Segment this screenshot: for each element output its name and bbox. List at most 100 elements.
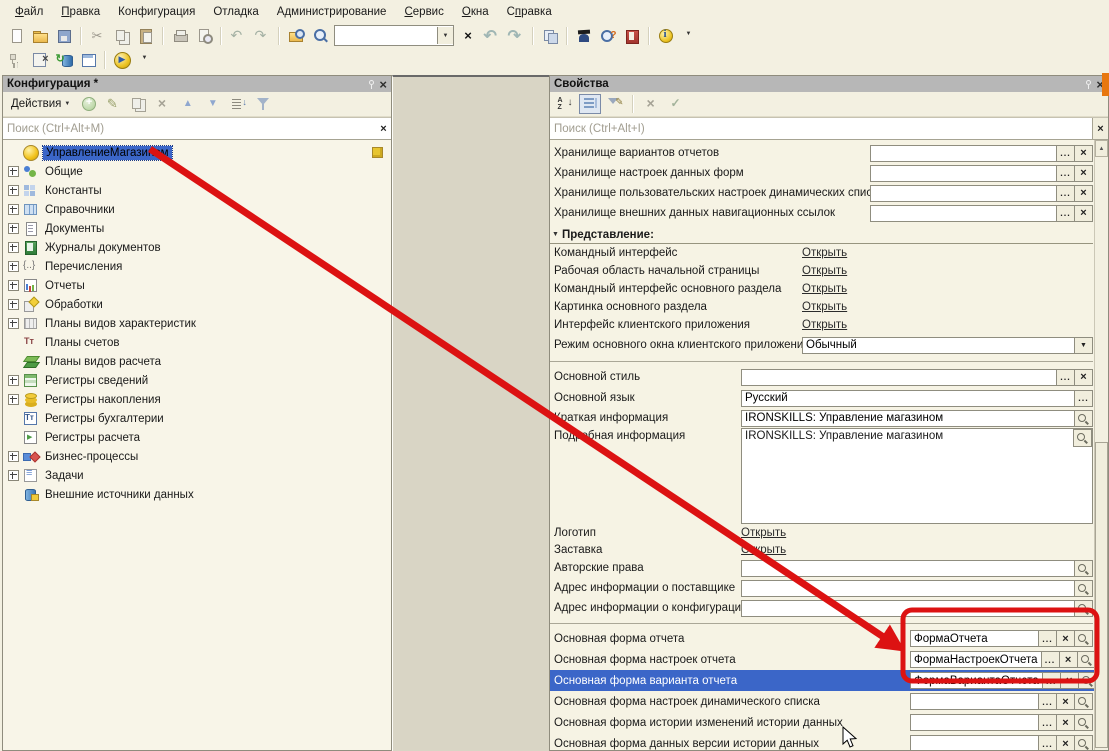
help-index-button[interactable] xyxy=(597,26,619,46)
menu-windows[interactable]: Окна xyxy=(453,3,498,21)
main-report-form-clear-value-button[interactable]: × xyxy=(1056,630,1075,647)
tree-item-data-processors[interactable]: Обработки xyxy=(3,295,391,314)
display-tree-button[interactable] xyxy=(579,94,601,114)
docked-panel-tab[interactable] xyxy=(1102,73,1109,96)
brief-information-magnifier-button[interactable] xyxy=(1074,410,1093,427)
main-report-settings-form-magnifier-button[interactable] xyxy=(1077,651,1094,668)
tree-item-enumerations[interactable]: Перечисления xyxy=(3,257,391,276)
expand-plus-icon[interactable] xyxy=(8,261,19,272)
main-data-history-change-history-form-magnifier-button[interactable] xyxy=(1074,714,1093,731)
main-report-form-magnifier-button[interactable] xyxy=(1074,630,1093,647)
duplicate-button[interactable] xyxy=(127,94,149,114)
tree-item-reports[interactable]: Отчеты xyxy=(3,276,391,295)
expand-plus-icon[interactable] xyxy=(8,299,19,310)
main-report-form-ellipsis-button[interactable]: ... xyxy=(1038,630,1057,647)
copyright-input[interactable] xyxy=(741,560,1075,577)
tree-item-calculation-registers[interactable]: Регистры расчета xyxy=(3,428,391,447)
menu-edit[interactable]: Правка xyxy=(52,3,109,21)
logo-open-link[interactable]: Открыть xyxy=(741,527,786,539)
expand-plus-icon[interactable] xyxy=(8,394,19,405)
redo-button[interactable] xyxy=(251,26,273,46)
expand-plus-icon[interactable] xyxy=(8,318,19,329)
properties-search-input[interactable]: Поиск (Ctrl+Alt+I) xyxy=(550,118,1092,139)
navigation-links-external-data-storage-input[interactable] xyxy=(870,205,1057,222)
print-preview-button[interactable] xyxy=(193,26,215,46)
dynamic-list-user-settings-storage-input[interactable] xyxy=(870,185,1057,202)
syntax-check-button[interactable] xyxy=(573,26,595,46)
form-data-settings-storage-input[interactable] xyxy=(870,165,1057,182)
main-report-settings-form-input[interactable]: ФормаНастроекОтчета xyxy=(910,651,1042,668)
detailed-information-magnifier-button[interactable] xyxy=(1073,429,1092,447)
close-icon[interactable]: × xyxy=(379,79,387,90)
main-data-history-version-data-form-magnifier-button[interactable] xyxy=(1074,735,1093,750)
form-data-settings-storage-clear-value-button[interactable]: × xyxy=(1074,165,1093,182)
edit-button[interactable] xyxy=(102,94,124,114)
new-document-button[interactable] xyxy=(5,26,27,46)
expand-plus-icon[interactable] xyxy=(8,451,19,462)
actions-menu-button[interactable]: Действия ▼ xyxy=(7,96,74,112)
brief-information-input[interactable]: IRONSKILLS: Управление магазином xyxy=(741,410,1075,427)
main-report-variant-form-input[interactable]: ФормаВариантаОтчета xyxy=(910,672,1043,689)
tree-item-external-data-sources[interactable]: Внешние источники данных xyxy=(3,485,391,504)
toolbar-search-combo[interactable]: ▼ xyxy=(334,25,454,46)
tree-item-common[interactable]: Общие xyxy=(3,162,391,181)
tree-item-documents[interactable]: Документы xyxy=(3,219,391,238)
pin-icon[interactable] xyxy=(367,79,375,90)
tree-search-clear-icon[interactable]: × xyxy=(376,118,391,139)
dropdown-caret-button[interactable] xyxy=(679,26,701,46)
report-options-storage-input[interactable] xyxy=(870,145,1057,162)
splash-open-link[interactable]: Открыть xyxy=(741,544,786,556)
print-button[interactable] xyxy=(169,26,191,46)
delete-button[interactable] xyxy=(152,94,174,114)
tree-item-charts-of-characteristic-types[interactable]: Планы видов характеристик xyxy=(3,314,391,333)
main-section-command-interface-open-link[interactable]: Открыть xyxy=(802,283,847,295)
expand-plus-icon[interactable] xyxy=(8,223,19,234)
properties-filter-button[interactable] xyxy=(604,94,626,114)
main-section-picture-open-link[interactable]: Открыть xyxy=(802,301,847,313)
global-search-button[interactable] xyxy=(309,26,331,46)
main-style-clear-value-button[interactable]: × xyxy=(1074,369,1093,386)
main-language-ellipsis-button[interactable]: ... xyxy=(1074,390,1093,407)
tree-item-document-journals[interactable]: Журналы документов xyxy=(3,238,391,257)
menu-tools[interactable]: Сервис xyxy=(395,3,452,21)
configuration-information-address-input[interactable] xyxy=(741,600,1075,617)
open-folder-button[interactable] xyxy=(29,26,51,46)
expand-plus-icon[interactable] xyxy=(8,242,19,253)
main-data-history-change-history-form-clear-value-button[interactable]: × xyxy=(1056,714,1075,731)
tree-search-input[interactable]: Поиск (Ctrl+Alt+M) xyxy=(3,118,376,139)
expand-plus-icon[interactable] xyxy=(8,204,19,215)
copyright-magnifier-button[interactable] xyxy=(1074,560,1093,577)
main-dynamic-list-settings-form-magnifier-button[interactable] xyxy=(1074,693,1093,710)
properties-scrollbar[interactable]: ▲ xyxy=(1094,140,1108,750)
dynamic-list-user-settings-storage-ellipsis-button[interactable]: ... xyxy=(1056,185,1075,202)
menu-help[interactable]: Справка xyxy=(498,3,561,21)
tree-item-tasks[interactable]: Задачи xyxy=(3,466,391,485)
main-data-history-version-data-form-ellipsis-button[interactable]: ... xyxy=(1038,735,1057,750)
copy-button[interactable] xyxy=(111,26,133,46)
tree-item-charts-of-accounts[interactable]: Планы счетов xyxy=(3,333,391,352)
main-dynamic-list-settings-form-input[interactable] xyxy=(910,693,1039,710)
dropdown-caret-button[interactable] xyxy=(135,50,157,70)
pin-icon[interactable] xyxy=(1084,79,1092,90)
expand-plus-icon[interactable] xyxy=(8,375,19,386)
vendor-information-address-magnifier-button[interactable] xyxy=(1074,580,1093,597)
windows-copy-button[interactable] xyxy=(539,26,561,46)
command-interface-open-link[interactable]: Открыть xyxy=(802,247,847,259)
tree-item-information-registers[interactable]: Регистры сведений xyxy=(3,371,391,390)
update-db-config-button[interactable] xyxy=(53,50,75,70)
scroll-up-icon[interactable]: ▲ xyxy=(1095,140,1108,157)
cancel-button[interactable] xyxy=(640,94,662,114)
sort-alphabetical-button[interactable] xyxy=(554,94,576,114)
cut-button[interactable] xyxy=(87,26,109,46)
tree-item-configuration-root[interactable]: УправлениеМагазином xyxy=(3,143,391,162)
tree-item-business-processes[interactable]: Бизнес-процессы xyxy=(3,447,391,466)
navigation-links-external-data-storage-clear-value-button[interactable]: × xyxy=(1074,205,1093,222)
expand-plus-icon[interactable] xyxy=(8,470,19,481)
forward-button[interactable] xyxy=(505,26,527,46)
main-dynamic-list-settings-form-clear-value-button[interactable]: × xyxy=(1056,693,1075,710)
expand-plus-icon[interactable] xyxy=(8,280,19,291)
close-window-button[interactable] xyxy=(29,50,51,70)
main-data-history-version-data-form-clear-value-button[interactable]: × xyxy=(1056,735,1075,750)
dynamic-list-user-settings-storage-clear-value-button[interactable]: × xyxy=(1074,185,1093,202)
configuration-tree-button[interactable] xyxy=(5,50,27,70)
